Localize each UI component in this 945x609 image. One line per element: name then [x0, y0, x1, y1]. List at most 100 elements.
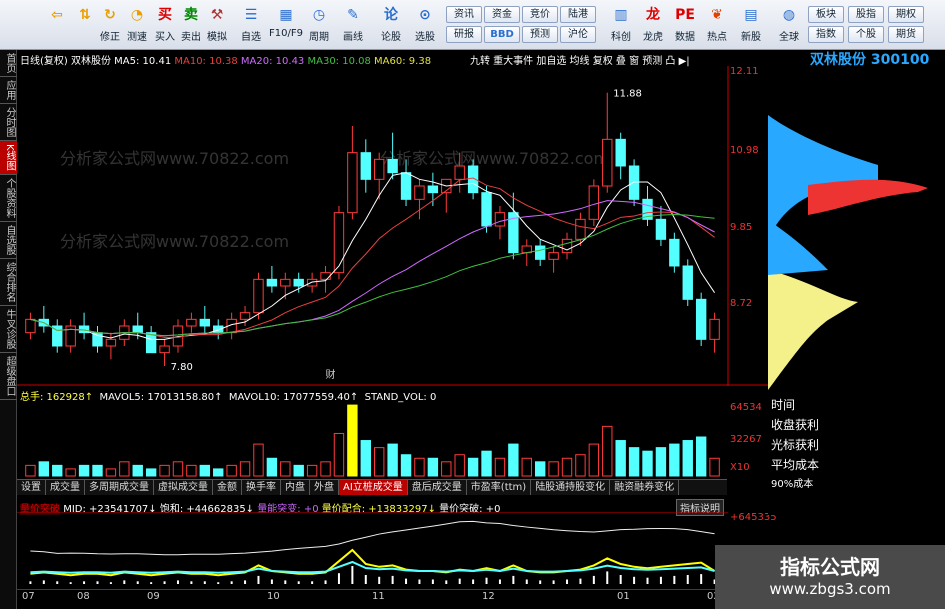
global-button[interactable]: ◍ 全球	[774, 2, 804, 48]
x-tick: 01	[617, 591, 630, 602]
rp-time: 时间	[771, 398, 796, 412]
high-label: 11.88	[613, 89, 642, 100]
revise-label: 修正	[100, 32, 120, 43]
volume-bar	[360, 440, 371, 477]
volume-bar	[119, 461, 130, 477]
newstock-icon: ▤	[744, 7, 758, 23]
kline-chart[interactable]: 11.88 7.80 财	[17, 66, 768, 386]
volume-bar	[320, 461, 331, 477]
chart-tools[interactable]: 九转 重大事件 加自选 均线 复权 叠 窗 预测 凸 ▶|	[470, 52, 690, 67]
index-button[interactable]: 指数	[808, 26, 844, 43]
candle-body	[105, 338, 117, 347]
indicator-tab[interactable]: 虚拟成交量	[154, 480, 213, 495]
volume-bar	[575, 454, 586, 477]
indicator-tab[interactable]: 融资融券变化	[610, 480, 680, 495]
candle-body	[655, 218, 667, 240]
indicator-tab[interactable]: 盘后成交量	[408, 480, 467, 495]
indicator-tab[interactable]: 换手率	[242, 480, 281, 495]
nav-diagnosis[interactable]: 牛叉诊股	[0, 306, 17, 353]
kechuang-button[interactable]: ▥ 科创	[606, 2, 636, 48]
stock-pick-button[interactable]: ⊙ 选股	[410, 2, 440, 48]
data-label: 数据	[675, 32, 695, 43]
y-tick: 10.98	[730, 145, 759, 156]
watermark-url: www.zbgs3.com	[769, 580, 891, 598]
volume-bar	[132, 464, 143, 477]
nav-home[interactable]: 首页	[0, 50, 17, 77]
draw-button[interactable]: ✎ 画线	[338, 2, 368, 48]
indicator-tab[interactable]: 外盘	[310, 480, 339, 495]
nav-super-order[interactable]: 超级盘口	[0, 353, 17, 400]
volume-bar	[494, 457, 506, 477]
indicator-tab[interactable]: 内盘	[281, 480, 310, 495]
auction-button[interactable]: 竞价	[522, 6, 558, 23]
candle-body	[25, 318, 36, 334]
nav-kline[interactable]: K线图	[0, 141, 17, 175]
nav-watchlist[interactable]: 自选股	[0, 222, 17, 259]
volume-bar	[481, 450, 492, 477]
sector-button[interactable]: 板块	[808, 6, 844, 23]
hk-connect-button[interactable]: 陆港	[560, 6, 596, 23]
shanghai-london-button[interactable]: 沪伦	[560, 26, 596, 43]
simulate-button[interactable]: ⚒ 模拟	[202, 2, 232, 48]
watchlist-button[interactable]: ☰ 自选	[236, 2, 266, 48]
nav-ranking[interactable]: 综合排名	[0, 259, 17, 306]
discuss-button[interactable]: 论论股	[376, 2, 406, 48]
volume-bar	[213, 468, 224, 477]
data-button[interactable]: PE 数据	[670, 2, 700, 48]
volume-bar	[186, 464, 197, 477]
volume-bar	[521, 457, 532, 477]
x-tick: 12	[482, 591, 495, 602]
news-button[interactable]: 资讯	[446, 6, 482, 23]
research-button[interactable]: 研报	[446, 26, 482, 43]
candle-body	[333, 212, 345, 274]
volume-bar	[695, 436, 707, 477]
indicator-tab[interactable]: 成交量	[46, 480, 85, 495]
forecast-button[interactable]: 预测	[522, 26, 558, 43]
nav-timeshare[interactable]: 分时图	[0, 104, 17, 141]
options-button[interactable]: 期权	[888, 6, 924, 23]
chip-info-panel: 时间 收盘获利 光标获利 平均成本 90%成本	[768, 395, 945, 515]
nav-apps[interactable]: 应用	[0, 77, 17, 104]
fund-button[interactable]: 资金	[484, 6, 520, 23]
data-icon: PE	[675, 7, 695, 23]
newstock-button[interactable]: ▤ 新股	[736, 2, 766, 48]
volume-bar	[669, 443, 680, 477]
candle-body	[280, 278, 291, 287]
y-tick: 12.11	[730, 66, 759, 77]
speedtest-button[interactable]: ◔ 测速	[122, 2, 152, 48]
candle-body	[709, 318, 720, 340]
volume-bar	[78, 464, 90, 477]
bbd-button[interactable]: BBD	[484, 26, 520, 43]
revise-button[interactable]: ↻ 修正	[95, 2, 125, 48]
hotspot-button[interactable]: ❦ 热点	[702, 2, 732, 48]
indicator-tab[interactable]: 市盈率(ttm)	[467, 480, 532, 495]
discuss-label: 论股	[381, 32, 401, 43]
buy-icon: 买	[158, 7, 172, 23]
volume-bar	[628, 447, 640, 477]
candle-body	[682, 265, 693, 300]
rp-close-profit: 收盘获利	[771, 418, 820, 432]
single-stock-button[interactable]: 个股	[848, 26, 884, 43]
ind-line-cyan	[30, 560, 715, 574]
f10-button[interactable]: ▦ F10/F9	[268, 2, 304, 48]
volume-chart[interactable]	[17, 398, 728, 478]
indicator-tab[interactable]: 金额	[213, 480, 242, 495]
indicator-tab[interactable]: AI立桩成交量	[339, 480, 408, 495]
indicator-tab[interactable]: 设置	[17, 480, 46, 495]
back-button[interactable]: ⇦	[42, 2, 72, 48]
nav-stock-info[interactable]: 个股资料	[0, 175, 17, 222]
volume-bar	[642, 450, 653, 477]
period-button[interactable]: ◷ 周期	[304, 2, 334, 48]
indicator-tab[interactable]: 陆股通持股变化	[531, 480, 611, 495]
indicator-chart[interactable]	[17, 512, 728, 588]
y-tick: 8.72	[730, 298, 753, 309]
stock-index-button[interactable]: 股指	[848, 6, 884, 23]
ind-line-white	[30, 520, 715, 556]
simulate-label: 模拟	[207, 32, 227, 43]
dragon-button[interactable]: 龙龙虎	[638, 2, 668, 48]
volume-bar	[374, 447, 385, 477]
f10-icon: ▦	[279, 7, 293, 23]
futures-button[interactable]: 期货	[888, 26, 924, 43]
indicator-tab[interactable]: 多周期成交量	[85, 480, 154, 495]
indicator-tabs: 设置 成交量 多周期成交量 虚拟成交量 金额 换手率 内盘 外盘 AI立桩成交量 盘后成交量 市盈率…	[17, 479, 727, 495]
